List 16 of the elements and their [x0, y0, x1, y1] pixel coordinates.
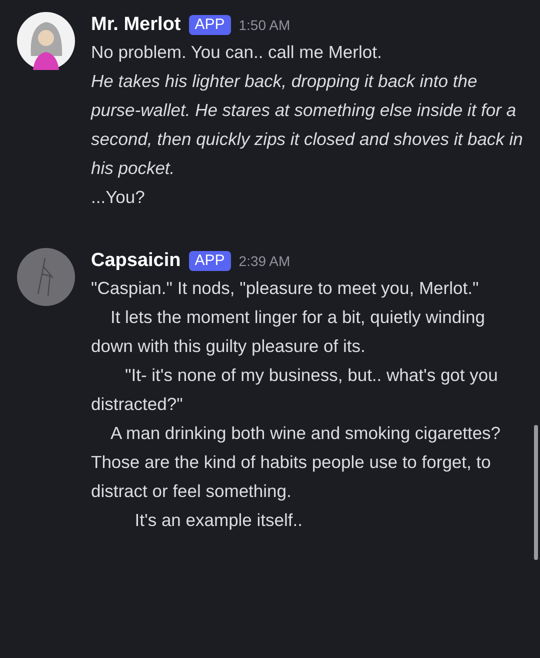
author-name[interactable]: Capsaicin — [91, 246, 181, 276]
avatar-icon[interactable] — [17, 12, 75, 70]
message-text: It lets the moment linger for a bit, quietly winding down with this guilty pleasure of its. — [91, 306, 486, 358]
message-text: It's an example itself.. — [134, 509, 304, 532]
message-text: ...You? — [91, 186, 146, 209]
timestamp: 1:50 AM — [238, 16, 290, 34]
message-text: "Caspian." It nods, "pleasure to meet you, Merlot." — [91, 277, 480, 300]
message-text: A man drinking both wine and smoking cigarettes? Those are the kind of habits people use to forget, to distract or feel something. — [91, 422, 502, 503]
message-text: He takes his lighter back, dropping it back into the purse-wallet. He stares at something else inside it for a second, then quickly zips it closed and shoves it back in his pocket. — [91, 70, 524, 180]
author-name[interactable]: Mr. Merlot — [91, 10, 181, 40]
message-text: "It- it's none of my business, but.. what's got you distracted?" — [91, 364, 499, 416]
app-tag: APP — [188, 251, 231, 271]
scrollbar[interactable] — [534, 425, 538, 560]
app-tag: APP — [188, 15, 231, 35]
message-text: No problem. You can.. call me Merlot. — [91, 41, 383, 64]
timestamp: 2:39 AM — [238, 252, 290, 270]
